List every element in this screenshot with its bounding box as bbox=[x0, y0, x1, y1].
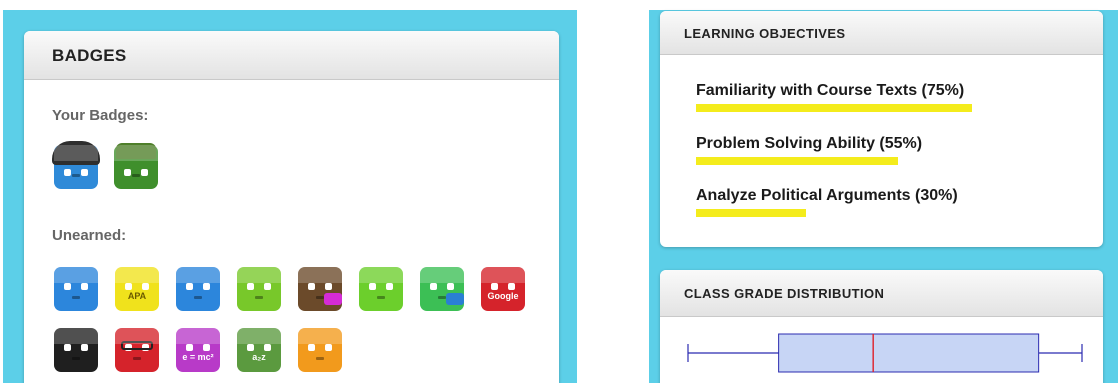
your-badges-label: Your Badges: bbox=[52, 107, 149, 124]
grade-distribution-panel: CLASS GRADE DISTRIBUTION bbox=[660, 270, 1103, 383]
notebook-robot-icon[interactable] bbox=[50, 263, 102, 315]
unearned-badges-label: Unearned: bbox=[52, 227, 127, 244]
learning-objectives-panel: LEARNING OBJECTIVES Familiarity with Cou… bbox=[660, 11, 1103, 247]
badge-caption: APA bbox=[127, 291, 147, 301]
orange-robot-icon[interactable] bbox=[294, 324, 346, 376]
google-robot-icon[interactable]: Google bbox=[477, 263, 529, 315]
objective-item: Analyze Political Arguments (30%) bbox=[696, 187, 958, 217]
learning-objectives-title: LEARNING OBJECTIVES bbox=[660, 11, 1103, 55]
objective-label: Problem Solving Ability (55%) bbox=[696, 135, 923, 152]
objective-progress-bar bbox=[696, 104, 972, 112]
twin-robots-icon[interactable] bbox=[416, 263, 468, 315]
badge-caption: Google bbox=[487, 291, 519, 301]
3d-glasses-robot-icon[interactable] bbox=[111, 324, 163, 376]
objective-label: Familiarity with Course Texts (75%) bbox=[696, 82, 965, 99]
objective-item: Familiarity with Course Texts (75%) bbox=[696, 82, 972, 112]
grade-boxplot bbox=[687, 333, 1083, 373]
badges-panel-title: BADGES bbox=[24, 31, 559, 80]
vader-helmet-robot-icon[interactable] bbox=[50, 141, 102, 193]
apa-robot-icon[interactable]: APA bbox=[111, 263, 163, 315]
objective-progress-bar bbox=[696, 209, 806, 217]
pirate-robot-icon[interactable] bbox=[355, 263, 407, 315]
objective-progress-bar bbox=[696, 157, 898, 165]
badges-panel: BADGES Your Badges: Unearned: APA Google e… bbox=[24, 31, 559, 383]
army-robot-icon[interactable] bbox=[110, 141, 162, 193]
emc2-robot-icon[interactable]: e = mc² bbox=[172, 324, 224, 376]
objective-item: Problem Solving Ability (55%) bbox=[696, 135, 923, 165]
objective-label: Analyze Political Arguments (30%) bbox=[696, 187, 958, 204]
badge-caption: e = mc² bbox=[182, 352, 214, 362]
wallet-robot-icon[interactable] bbox=[294, 263, 346, 315]
a2z-robot-icon[interactable]: a₂z bbox=[233, 324, 285, 376]
grade-distribution-title: CLASS GRADE DISTRIBUTION bbox=[660, 270, 1103, 317]
checklist-robot-icon[interactable] bbox=[233, 263, 285, 315]
thinking-robot-icon[interactable] bbox=[172, 263, 224, 315]
badge-caption: a₂z bbox=[252, 352, 266, 362]
checkered-flag-robot-icon[interactable] bbox=[50, 324, 102, 376]
boxplot-box bbox=[778, 333, 1040, 373]
